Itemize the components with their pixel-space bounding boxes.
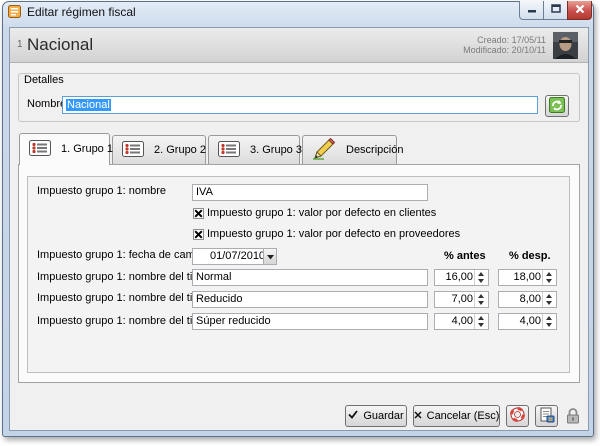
tab-grupo-2[interactable]: 2. Grupo 2 [112,135,206,164]
tab-label: Descripción [346,143,404,156]
type-3-before-spinner[interactable]: 4,00 [434,313,489,330]
change-date-label: Impuesto grupo 1: fecha de cambio [37,249,210,261]
document-edit-icon [539,407,555,426]
pencil-icon [312,137,336,163]
tax-name-label: Impuesto grupo 1: nombre [37,185,167,197]
type-3-label: Impuesto grupo 1: nombre del tipo 3 [37,315,214,327]
spin-down-button[interactable] [546,323,552,327]
type-2-label: Impuesto grupo 1: nombre del tipo 2 [37,292,214,304]
lock-button[interactable] [566,408,580,424]
spinner-arrows [474,292,488,307]
tax-name-input[interactable]: IVA [192,184,428,201]
type-1-label: Impuesto grupo 1: nombre del tipo 1 [37,271,214,283]
document-edit-button[interactable] [535,405,558,427]
record-id: 1 [17,39,23,50]
default-suppliers-checkbox[interactable] [193,229,204,240]
cancel-button[interactable]: Cancelar (Esc) [413,405,500,427]
spin-down-button[interactable] [546,301,552,305]
type-2-name-input[interactable]: Reducido [192,291,428,308]
list-icon [29,140,51,159]
spinner-value: 4,00 [451,315,473,327]
type-3-name-input[interactable]: Súper reducido [192,313,428,330]
lifebuoy-icon [510,407,525,425]
modified-date: Modificado: 20/10/11 [463,45,546,55]
tab-label: 1. Grupo 1 [61,143,113,155]
column-after-header: % desp. [509,250,551,262]
spinner-value: 7,00 [451,293,473,305]
tab-label: 2. Grupo 2 [154,143,206,156]
spinner-arrows [542,314,556,329]
type-2-after-spinner[interactable]: 8,00 [498,291,557,308]
spinner-arrows [542,270,556,285]
window-title: Editar régimen fiscal [27,5,136,19]
list-icon [218,140,240,160]
user-avatar [553,32,578,59]
close-button[interactable] [567,1,592,20]
maximize-icon [550,4,561,16]
tab-descripcion[interactable]: Descripción [302,135,403,164]
name-input[interactable]: Nacional [62,96,538,114]
lock-icon [566,408,580,427]
spin-down-button[interactable] [478,323,484,327]
minimize-button[interactable] [519,1,544,20]
checkmark-x-icon [194,230,203,239]
type-1-name-input[interactable]: Normal [192,269,428,286]
name-input-value: Nacional [66,99,111,111]
edit-tax-regime-window: Editar régimen fiscal 1 Nacional Creado:… [0,0,600,446]
spinner-arrows [542,292,556,307]
type-1-after-spinner[interactable]: 18,00 [498,269,557,286]
spin-up-button[interactable] [478,294,484,298]
close-icon [575,4,585,17]
column-before-header: % antes [444,250,486,262]
spinner-value: 8,00 [519,293,541,305]
spinner-value: 18,00 [513,271,541,283]
date-dropdown-button[interactable] [263,248,277,265]
tab-grupo-1[interactable]: 1. Grupo 1 [19,133,113,165]
details-group-label: Detalles [24,74,64,86]
spin-down-button[interactable] [546,279,552,283]
spin-down-button[interactable] [478,301,484,305]
app-icon [8,5,21,18]
checkmark-x-icon [194,209,203,218]
check-icon [348,410,359,422]
name-label: Nombre [27,98,67,110]
spin-up-button[interactable] [478,272,484,276]
default-clients-label: Impuesto grupo 1: valor por defecto en c… [207,207,437,219]
type-3-after-spinner[interactable]: 4,00 [498,313,557,330]
default-suppliers-label: Impuesto grupo 1: valor por defecto en p… [207,228,461,240]
spin-up-button[interactable] [478,316,484,320]
type-2-before-spinner[interactable]: 7,00 [434,291,489,308]
spin-up-button[interactable] [546,272,552,276]
spinner-value: 16,00 [445,271,473,283]
type-1-before-spinner[interactable]: 16,00 [434,269,489,286]
spin-up-button[interactable] [546,294,552,298]
spin-up-button[interactable] [546,316,552,320]
list-icon [122,140,144,160]
spin-down-button[interactable] [478,279,484,283]
tab-label: 3. Grupo 3 [250,143,302,156]
save-button-label: Guardar [363,409,404,422]
spinner-arrows [474,270,488,285]
default-clients-checkbox[interactable] [193,208,204,219]
change-date-value: 01/07/2010 [210,250,266,262]
maximize-button[interactable] [543,1,568,20]
minimize-icon [527,4,537,16]
chevron-down-icon [266,251,274,263]
help-button[interactable] [506,405,529,427]
tab-grupo-3[interactable]: 3. Grupo 3 [208,135,302,164]
refresh-icon [549,96,565,116]
x-icon [414,410,422,422]
created-date: Creado: 17/05/11 [477,35,546,45]
cancel-button-label: Cancelar (Esc) [426,409,500,422]
spinner-arrows [474,314,488,329]
save-button[interactable]: Guardar [345,405,407,427]
name-action-button[interactable] [545,95,569,117]
record-name: Nacional [27,35,94,54]
spinner-value: 4,00 [519,315,541,327]
